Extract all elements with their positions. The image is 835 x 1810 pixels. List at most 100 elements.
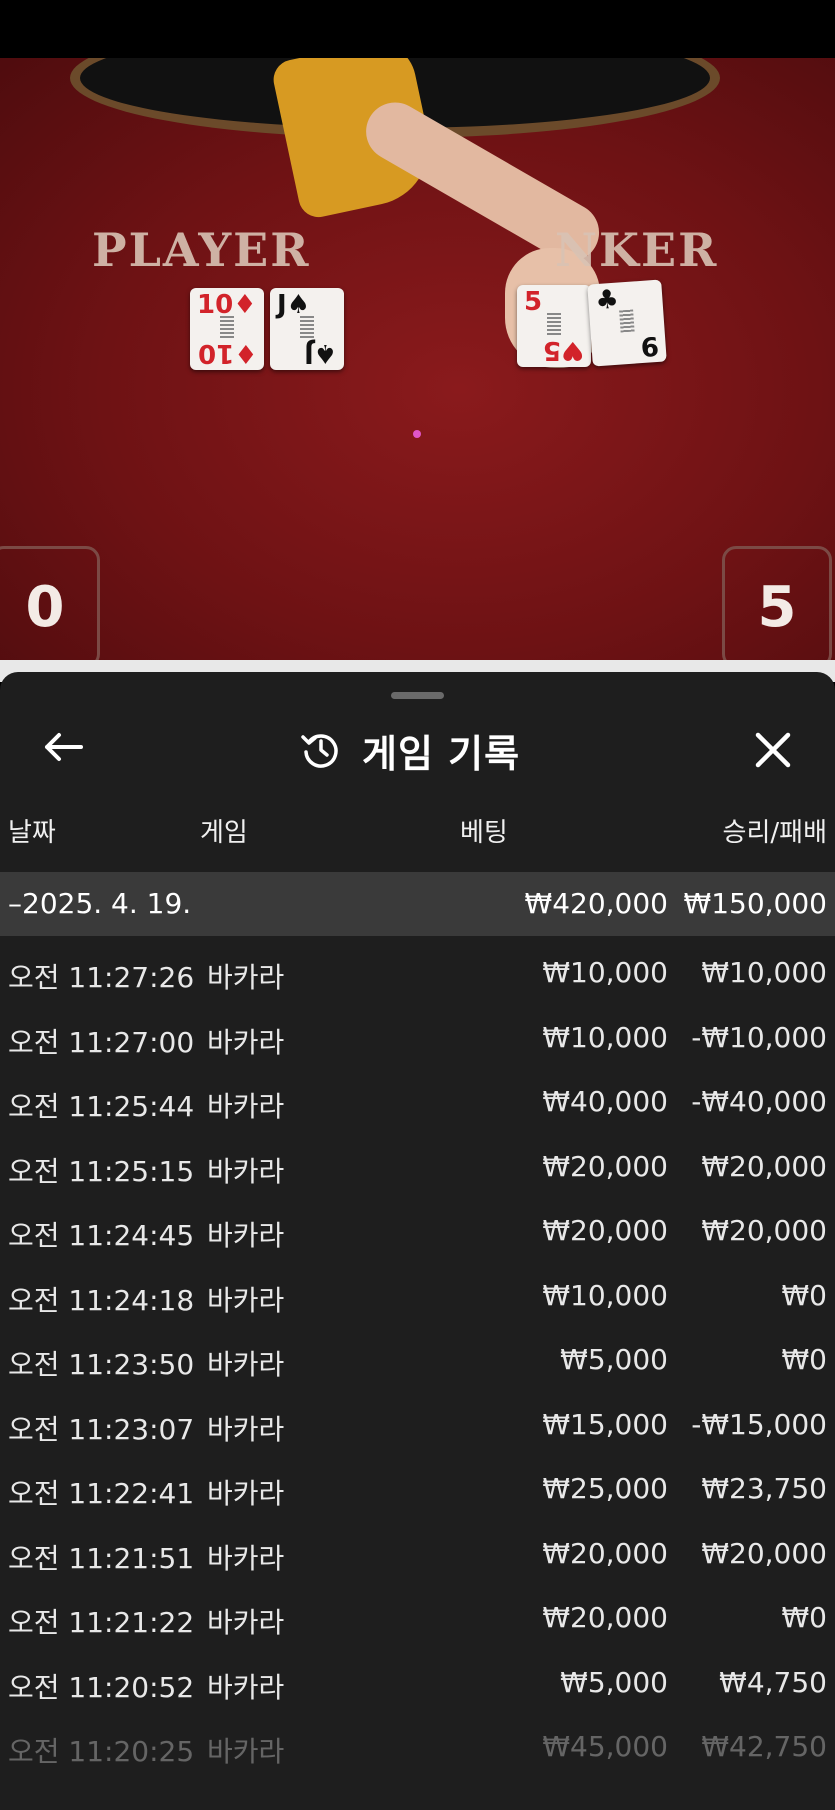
live-table-video: PLAYER NKER 10♦ ♦10 J♠ ♠J 5 ♥5 ♣ 9 0 5	[0, 58, 835, 660]
card-pattern	[547, 313, 561, 335]
card-rank-bottom: ♦10	[197, 338, 258, 368]
column-header-game[interactable]: 게임	[200, 812, 248, 849]
row-bet: ₩20,000	[542, 1149, 668, 1183]
date-group-result-total: ₩150,000	[683, 887, 827, 920]
row-time: 오전 11:27:26	[8, 961, 195, 994]
row-result: ₩4,750	[719, 1665, 827, 1699]
history-row[interactable]: 오전 11:25:15 바카라 ₩20,000 ₩20,000	[0, 1130, 835, 1195]
row-result: ₩0	[781, 1601, 828, 1634]
row-result: ₩10,000	[701, 956, 827, 989]
card-pattern	[300, 316, 314, 338]
row-time: 오전 11:21:51	[8, 1541, 195, 1575]
row-bet: ₩5,000	[560, 1343, 668, 1376]
row-game: 바카라	[207, 961, 285, 994]
column-header-result[interactable]: 승리/패배	[723, 812, 827, 849]
banker-label: NKER	[555, 223, 719, 277]
history-row[interactable]: 오전 11:22:41 바카라 ₩25,000 ₩23,750	[0, 1452, 835, 1517]
history-row[interactable]: 오전 11:24:18 바카라 ₩10,000 ₩0	[0, 1259, 835, 1324]
row-game: 바카라	[207, 1090, 285, 1123]
row-game: 바카라	[207, 1348, 285, 1381]
history-row[interactable]: 오전 11:25:44 바카라 ₩40,000 -₩40,000	[0, 1065, 835, 1130]
banker-card-2: ♣ 9	[587, 279, 667, 367]
card-rank: 5	[524, 287, 543, 317]
row-time: 오전 11:21:22	[8, 1606, 195, 1639]
row-time: 오전 11:24:45	[8, 1219, 195, 1252]
player-label: PLAYER	[92, 223, 311, 277]
row-time: 오전 11:25:44	[8, 1090, 195, 1123]
row-result: -₩40,000	[691, 1085, 827, 1118]
row-game: 바카라	[207, 1735, 285, 1768]
history-row[interactable]: 오전 11:23:50 바카라 ₩5,000 ₩0	[0, 1323, 835, 1388]
history-row[interactable]: 오전 11:27:26 바카라 ₩10,000 ₩10,000	[0, 936, 835, 1001]
row-game: 바카라	[207, 1412, 285, 1446]
row-game: 바카라	[207, 1477, 285, 1510]
history-icon	[301, 734, 338, 768]
banker-card-1: 5 ♥5	[517, 285, 591, 367]
row-result: ₩20,000	[701, 1536, 827, 1570]
player-score: 0	[0, 546, 100, 660]
row-time: 오전 11:27:00	[8, 1025, 195, 1059]
row-result: ₩20,000	[701, 1149, 827, 1183]
date-group-bet-total: ₩420,000	[524, 887, 668, 920]
row-bet: ₩20,000	[542, 1601, 668, 1634]
row-bet: ₩15,000	[542, 1407, 668, 1441]
row-time: 오전 11:20:25	[8, 1735, 195, 1768]
sheet-grab-handle[interactable]	[391, 692, 444, 699]
card-pattern	[619, 309, 635, 333]
table-glint	[413, 430, 421, 438]
player-card-1: 10♦ ♦10	[190, 288, 264, 370]
row-game: 바카라	[207, 1606, 285, 1639]
history-row[interactable]: 오전 11:27:00 바카라 ₩10,000 -₩10,000	[0, 1001, 835, 1066]
player-card-2: J♠ ♠J	[270, 288, 344, 370]
history-row[interactable]: 오전 11:20:52 바카라 ₩5,000 ₩4,750	[0, 1646, 835, 1711]
row-time: 오전 11:25:15	[8, 1154, 195, 1188]
row-result: ₩23,750	[701, 1472, 827, 1505]
history-list: 오전 11:27:26 바카라 ₩10,000 ₩10,000 오전 11:27…	[0, 936, 835, 1775]
arrow-left-icon	[45, 733, 83, 761]
row-result: -₩15,000	[691, 1407, 827, 1441]
row-result: ₩0	[781, 1278, 828, 1312]
card-rank-bottom: 9	[639, 329, 660, 362]
row-time: 오전 11:22:41	[8, 1477, 195, 1510]
row-game: 바카라	[207, 1541, 285, 1575]
row-game: 바카라	[207, 1154, 285, 1188]
row-time: 오전 11:23:07	[8, 1412, 195, 1446]
row-time: 오전 11:24:18	[8, 1283, 195, 1317]
row-result: ₩0	[781, 1343, 828, 1376]
row-game: 바카라	[207, 1670, 285, 1704]
history-row[interactable]: 오전 11:23:07 바카라 ₩15,000 -₩15,000	[0, 1388, 835, 1453]
row-result: -₩10,000	[691, 1020, 827, 1054]
column-headers: 날짜 게임 베팅 승리/패배	[0, 800, 835, 856]
row-bet: ₩40,000	[542, 1085, 668, 1118]
column-header-date[interactable]: 날짜	[8, 812, 56, 849]
date-group-label: –2025. 4. 19.	[8, 887, 192, 920]
row-bet: ₩45,000	[542, 1730, 668, 1763]
row-bet: ₩20,000	[542, 1536, 668, 1570]
row-bet: ₩10,000	[542, 956, 668, 989]
row-bet: ₩10,000	[542, 1278, 668, 1312]
back-button[interactable]	[38, 722, 88, 772]
history-row[interactable]: 오전 11:24:45 바카라 ₩20,000 ₩20,000	[0, 1194, 835, 1259]
row-game: 바카라	[207, 1219, 285, 1252]
row-result: ₩20,000	[701, 1214, 827, 1247]
close-icon	[755, 732, 791, 768]
row-game: 바카라	[207, 1283, 285, 1317]
card-rank-bottom: ♠J	[304, 338, 337, 368]
banker-score: 5	[722, 546, 832, 660]
close-button[interactable]	[745, 722, 801, 778]
date-group-row[interactable]: –2025. 4. 19. ₩420,000 ₩150,000	[0, 872, 835, 936]
history-row[interactable]: 오전 11:20:25 바카라 ₩45,000 ₩42,750	[0, 1710, 835, 1775]
card-rank: ♣	[594, 284, 620, 317]
sheet-header: 게임 기록	[300, 722, 520, 778]
row-bet: ₩20,000	[542, 1214, 668, 1247]
column-header-bet[interactable]: 베팅	[460, 812, 508, 849]
page-title: 게임 기록	[362, 731, 521, 776]
row-result: ₩42,750	[701, 1730, 827, 1763]
row-time: 오전 11:23:50	[8, 1348, 195, 1381]
history-row[interactable]: 오전 11:21:51 바카라 ₩20,000 ₩20,000	[0, 1517, 835, 1582]
status-bar	[0, 0, 835, 58]
row-time: 오전 11:20:52	[8, 1670, 195, 1704]
game-history-sheet: 게임 기록 날짜 게임 베팅 승리/패배 –2025. 4. 19. ₩420,…	[0, 672, 835, 1810]
history-row[interactable]: 오전 11:21:22 바카라 ₩20,000 ₩0	[0, 1581, 835, 1646]
row-bet: ₩10,000	[542, 1020, 668, 1054]
